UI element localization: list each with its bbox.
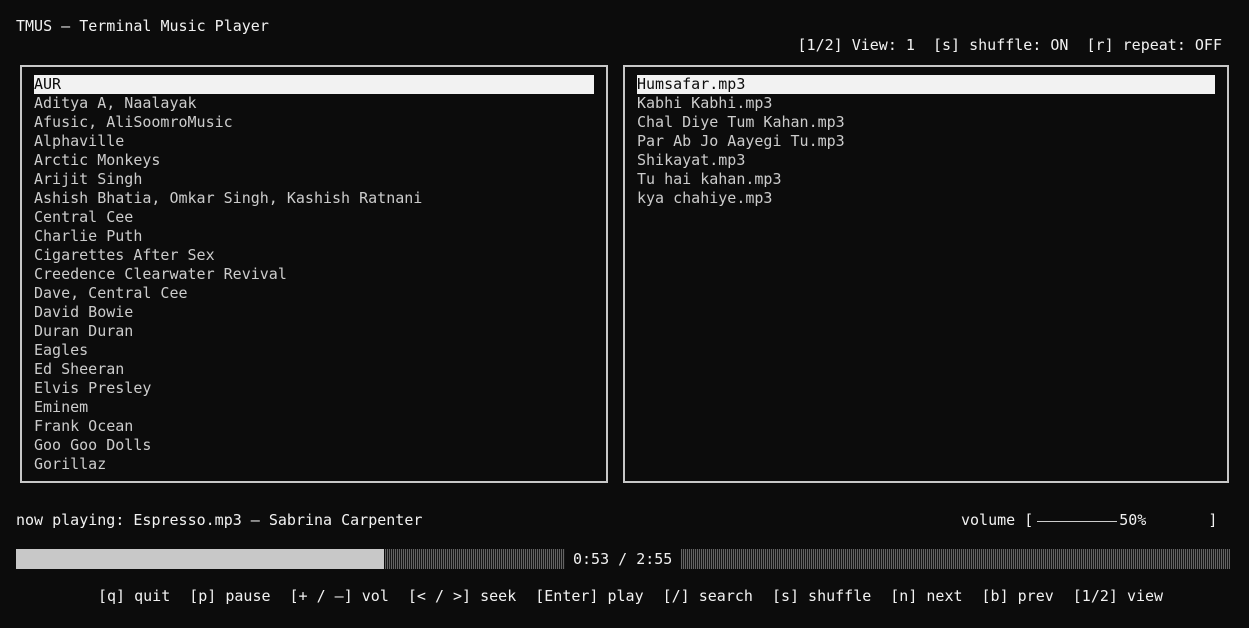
progress-remaining-right — [681, 549, 1230, 569]
artist-list-item[interactable]: Gorillaz — [34, 455, 594, 474]
progress-bar[interactable]: 0:53 / 2:55 — [16, 549, 1230, 569]
song-panel: Humsafar.mp3 Kabhi Kabhi.mp3 Chal Diye Tum… — [623, 65, 1229, 483]
volume-value: 50% — [1119, 511, 1147, 529]
artist-list-item[interactable]: Eagles — [34, 341, 594, 360]
keybinding-hint: [b] prev — [981, 587, 1054, 605]
artist-list-item[interactable]: Arijit Singh — [34, 170, 594, 189]
progress-time: 0:53 / 2:55 — [573, 550, 673, 568]
artist-list-item[interactable]: Dave, Central Cee — [34, 284, 594, 303]
artist-panel: AUR Aditya A, Naalayak Afusic, AliSoomroMu… — [20, 65, 608, 483]
artist-list-item[interactable]: Goo Goo Dolls — [34, 436, 594, 455]
artist-list-item[interactable]: Frank Ocean — [34, 417, 594, 436]
artist-list-item[interactable]: Duran Duran — [34, 322, 594, 341]
volume-indicator[interactable]: volume [ 50% ] — [961, 511, 1217, 530]
song-list-item[interactable]: Shikayat.mp3 — [637, 151, 1215, 170]
artist-list-item[interactable]: AUR — [34, 75, 594, 94]
artist-list-item[interactable]: Arctic Monkeys — [34, 151, 594, 170]
artist-list-item[interactable]: Cigarettes After Sex — [34, 246, 594, 265]
artist-list-item[interactable]: Ed Sheeran — [34, 360, 594, 379]
app-title: TMUS – Terminal Music Player — [16, 17, 269, 35]
keybinding-hint: [/] search — [662, 587, 753, 605]
keybinding-bar: [q] quit [p] pause [+ / –] vol [< / >] seek… — [98, 587, 1163, 606]
keybinding-hint: [n] next — [890, 587, 963, 605]
view-indicator: [1/2] View: 1 — [797, 36, 915, 54]
song-list-item[interactable]: kya chahiye.mp3 — [637, 189, 1215, 208]
keybinding-hint: [+ / –] vol — [289, 587, 389, 605]
keybinding-hint: [p] pause — [189, 587, 271, 605]
keybinding-hint: [q] quit — [98, 587, 171, 605]
song-list-item[interactable]: Par Ab Jo Aayegi Tu.mp3 — [637, 132, 1215, 151]
repeat-indicator: [r] repeat: OFF — [1086, 36, 1222, 54]
progress-remaining-left — [385, 549, 565, 569]
status-bar: [1/2] View: 1 [s] shuffle: ON [r] repeat… — [798, 36, 1222, 55]
artist-list-item[interactable]: David Bowie — [34, 303, 594, 322]
artist-list-item[interactable]: Central Cee — [34, 208, 594, 227]
shuffle-indicator: [s] shuffle: ON — [933, 36, 1069, 54]
artist-list-item[interactable]: Elvis Presley — [34, 379, 594, 398]
volume-bar[interactable] — [1037, 521, 1118, 522]
keybinding-hint: [1/2] view — [1072, 587, 1164, 605]
now-playing-text: now playing: Espresso.mp3 – Sabrina Carp… — [16, 511, 423, 529]
artist-list-item[interactable]: Aditya A, Naalayak — [34, 94, 594, 113]
song-list-item[interactable]: Tu hai kahan.mp3 — [637, 170, 1215, 189]
song-list-item[interactable]: Kabhi Kabhi.mp3 — [637, 94, 1215, 113]
keybinding-hint: [< / >] seek — [407, 587, 517, 605]
volume-close-bracket: ] — [1208, 511, 1218, 529]
keybinding-hint: [s] shuffle — [771, 587, 872, 605]
song-list[interactable]: Humsafar.mp3 Kabhi Kabhi.mp3 Chal Diye Tum… — [637, 75, 1215, 208]
artist-list-item[interactable]: Eminem — [34, 398, 594, 417]
keybinding-hint: [Enter] play — [535, 587, 644, 605]
artist-list-item[interactable]: Alphaville — [34, 132, 594, 151]
artist-list[interactable]: AUR Aditya A, Naalayak Afusic, AliSoomroMu… — [34, 75, 594, 474]
artist-list-item[interactable]: Afusic, AliSoomroMusic — [34, 113, 594, 132]
song-list-item[interactable]: Humsafar.mp3 — [637, 75, 1215, 94]
artist-list-item[interactable]: Ashish Bhatia, Omkar Singh, Kashish Ratn… — [34, 189, 594, 208]
song-list-item[interactable]: Chal Diye Tum Kahan.mp3 — [637, 113, 1215, 132]
progress-fill — [16, 549, 384, 569]
artist-list-item[interactable]: Charlie Puth — [34, 227, 594, 246]
artist-list-item[interactable]: Creedence Clearwater Revival — [34, 265, 594, 284]
volume-label: volume [ — [961, 511, 1034, 529]
